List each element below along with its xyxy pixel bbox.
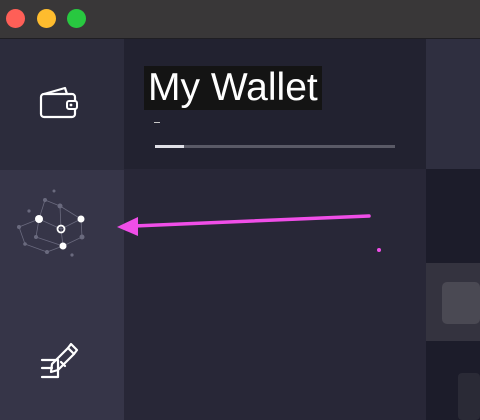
wallet-header: My Wallet <box>124 39 426 169</box>
window-titlebar <box>0 0 480 39</box>
sidebar <box>0 39 124 420</box>
subtitle-dash <box>154 122 160 123</box>
contract-sign-icon <box>40 342 79 379</box>
network-graph-icon <box>17 189 85 257</box>
close-window-button[interactable] <box>6 9 25 28</box>
content-header <box>426 39 480 169</box>
sidebar-item-wallet[interactable] <box>0 39 124 170</box>
content-card[interactable] <box>442 282 480 324</box>
wallet-icon <box>39 86 78 119</box>
content-card-secondary[interactable] <box>458 373 480 420</box>
sidebar-item-contract[interactable] <box>0 329 124 420</box>
progress-bar <box>155 145 395 148</box>
zoom-window-button[interactable] <box>67 9 86 28</box>
page-title: My Wallet <box>144 66 322 110</box>
progress-fill <box>155 145 184 148</box>
minimize-window-button[interactable] <box>37 9 56 28</box>
main-panel: My Wallet <box>124 39 480 420</box>
content-column <box>426 39 480 420</box>
